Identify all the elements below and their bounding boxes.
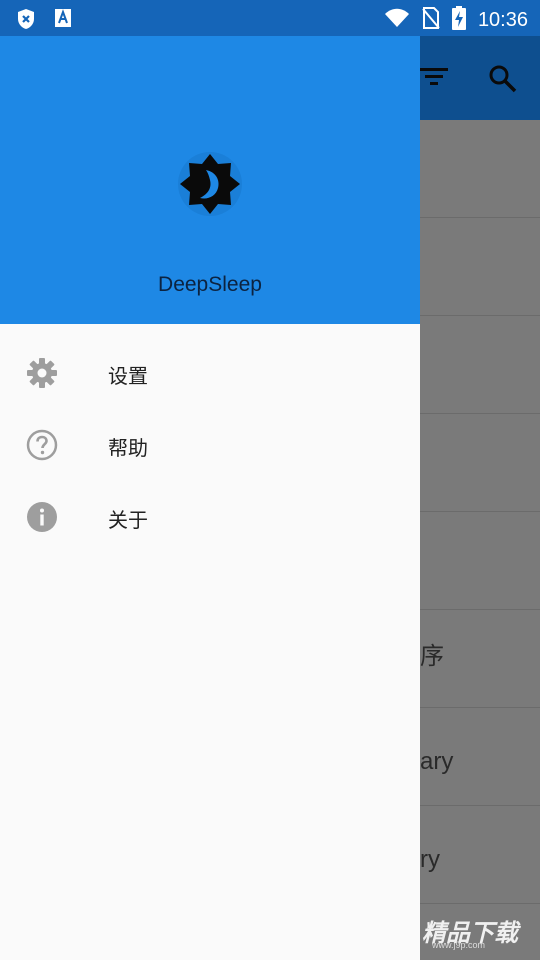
list-item[interactable] [420,512,540,610]
watermark-url: www.j9p.com [432,940,486,950]
list-item[interactable] [420,218,540,316]
gear-icon [26,357,58,389]
no-sim-icon [422,7,440,33]
wifi-icon [384,8,410,32]
status-bar: 10:36 [0,0,540,36]
list-item[interactable]: ry [420,806,540,904]
menu-item-about[interactable]: 关于 [0,481,420,553]
drawer-header: DeepSleep [0,36,420,324]
app-name: DeepSleep [158,273,262,296]
clock: 10:36 [477,8,528,31]
shield-x-icon [16,8,36,34]
menu-item-label: 帮助 [108,436,148,460]
info-icon [26,501,58,533]
navigation-drawer: DeepSleep 设置 帮助 关于 [0,36,420,960]
list-item[interactable] [420,414,540,512]
drawer-menu: 设置 帮助 关于 [0,324,420,553]
battery-charging-icon [451,6,466,34]
menu-item-settings[interactable]: 设置 [0,337,420,409]
menu-item-label: 设置 [108,364,148,388]
menu-item-label: 关于 [108,508,148,532]
menu-item-help[interactable]: 帮助 [0,409,420,481]
list-item[interactable]: 序 [420,610,540,708]
help-circle-icon [26,429,58,461]
font-a-icon [54,8,72,34]
search-icon[interactable] [488,64,518,98]
brightness-moon-icon [176,150,244,218]
list-item[interactable] [420,316,540,414]
list-item[interactable]: ary [420,708,540,806]
list-item[interactable] [420,120,540,218]
filter-icon[interactable] [420,66,448,92]
